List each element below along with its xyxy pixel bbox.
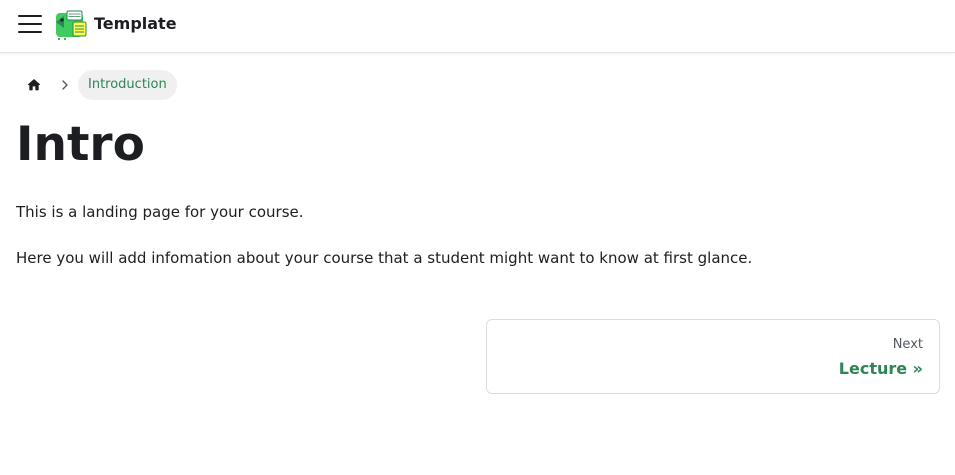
breadcrumb-current: Introduction [78,70,177,100]
brand-title[interactable]: Template [94,14,177,34]
intro-paragraph: This is a landing page for your course. [16,203,304,221]
chevron-right-icon [52,80,78,90]
pagination-next-button[interactable]: Next Lecture » [486,319,940,394]
page-title: Intro [16,117,145,172]
hamburger-menu-icon[interactable] [16,12,44,36]
dinosaur-logo-icon[interactable] [53,8,87,40]
home-icon[interactable] [16,70,52,100]
pagination-next-label: Lecture » [838,359,923,378]
info-paragraph: Here you will add infomation about your … [16,249,753,267]
top-navbar: Template [0,0,955,53]
pagination-next-sublabel: Next [892,337,923,352]
breadcrumb: Introduction [16,70,177,100]
